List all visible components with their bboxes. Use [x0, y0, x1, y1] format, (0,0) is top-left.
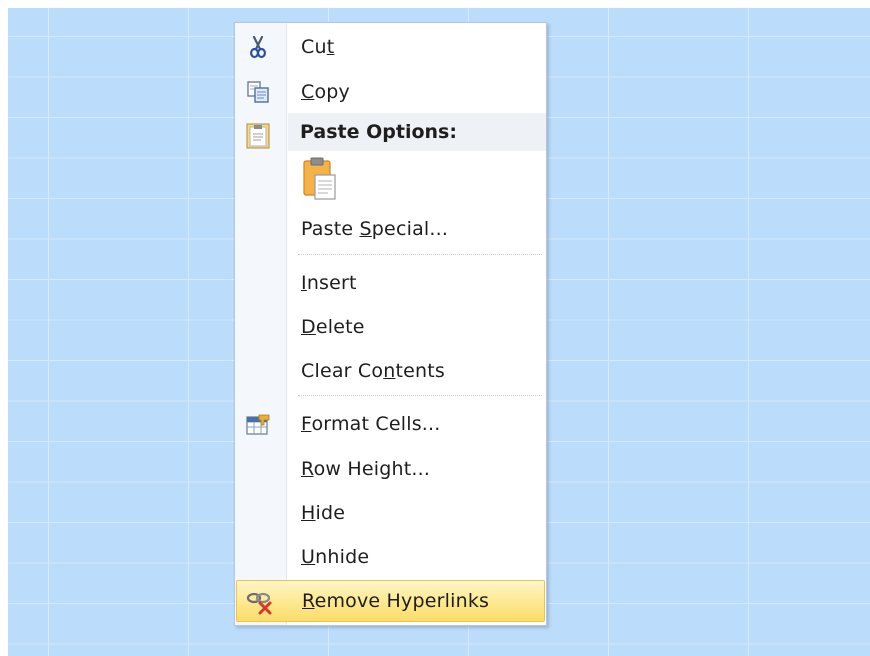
menu-item-paste-special[interactable]: Paste Special...: [236, 209, 545, 249]
remove-hyperlink-icon: [246, 589, 272, 615]
menu-separator: [298, 254, 542, 255]
menu-item-clear-contents[interactable]: Clear Contents: [236, 351, 545, 391]
format-cells-icon: [245, 412, 271, 436]
menu-item-label: Delete: [301, 316, 365, 338]
context-menu: Cut Copy Paste Options: Paste Special...…: [234, 22, 547, 626]
menu-item-copy[interactable]: Copy: [236, 72, 545, 112]
menu-item-label: Row Height...: [301, 458, 431, 480]
menu-item-remove-hyperlinks[interactable]: Remove Hyperlinks: [236, 580, 545, 622]
menu-item-label: Copy: [301, 81, 350, 103]
paste-options-header: Paste Options:: [288, 113, 546, 151]
copy-icon: [245, 80, 271, 104]
menu-item-insert[interactable]: Insert: [236, 263, 545, 303]
menu-item-label: Paste Special...: [301, 218, 449, 240]
menu-item-label: Remove Hyperlinks: [302, 590, 490, 612]
menu-item-label: Hide: [301, 502, 346, 524]
menu-item-label: Unhide: [301, 546, 370, 568]
menu-item-format-cells[interactable]: Format Cells...: [236, 404, 545, 444]
menu-item-delete[interactable]: Delete: [236, 307, 545, 347]
paste-button[interactable]: [301, 157, 341, 201]
menu-item-hide[interactable]: Hide: [236, 493, 545, 533]
menu-item-label: Format Cells...: [301, 413, 441, 435]
paste-options-label: Paste Options:: [300, 121, 457, 143]
menu-item-label: Cut: [301, 36, 335, 58]
menu-item-row-height[interactable]: Row Height...: [236, 449, 545, 489]
menu-separator: [298, 395, 542, 396]
scissors-icon: [245, 35, 271, 59]
menu-item-label: Clear Contents: [301, 360, 446, 382]
paste-options-icon-cell: [236, 115, 288, 155]
menu-item-cut[interactable]: Cut: [236, 27, 545, 67]
menu-item-label: Insert: [301, 272, 357, 294]
menu-item-unhide[interactable]: Unhide: [236, 537, 545, 577]
paste-icon: [303, 157, 336, 200]
clipboard-icon: [245, 123, 271, 149]
